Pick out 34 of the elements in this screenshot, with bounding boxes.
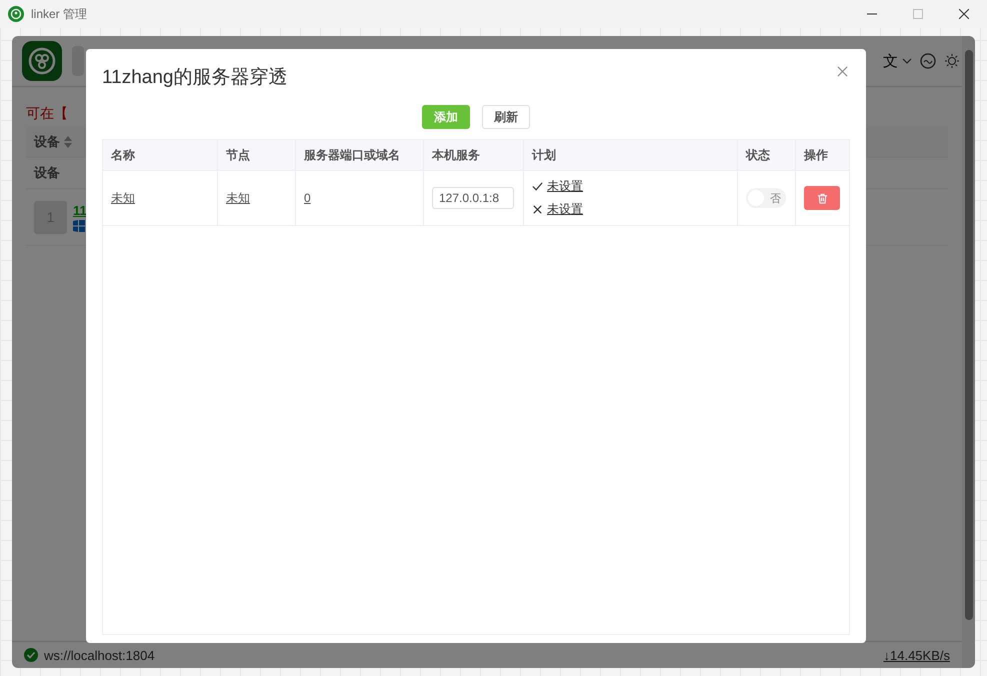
check-icon: [532, 181, 543, 192]
plan-link[interactable]: 未设置: [547, 178, 583, 195]
chevron-down-icon[interactable]: [902, 58, 912, 64]
column-header: 名称: [111, 146, 135, 164]
face-icon[interactable]: [920, 53, 936, 69]
connected-icon: [24, 648, 38, 662]
column-header: 服务器端口或域名: [304, 146, 400, 164]
filter-label: 设备: [34, 164, 60, 182]
close-icon[interactable]: [959, 9, 969, 19]
app-logo-icon: [22, 41, 62, 81]
windows-icon: [73, 220, 85, 232]
column-header: 本机服务: [432, 146, 480, 164]
notice-text: 可在【: [26, 104, 68, 123]
column-header: 节点: [226, 146, 250, 164]
column-header: 计划: [532, 146, 556, 164]
connection-text: ws://localhost:1804: [44, 648, 155, 662]
cross-icon: [532, 204, 543, 215]
name-link[interactable]: 未知: [111, 190, 135, 206]
refresh-button[interactable]: 刷新: [482, 105, 530, 129]
delete-button[interactable]: [804, 186, 840, 210]
download-speed[interactable]: ↓14.45KB/s: [884, 648, 950, 662]
local-service-field[interactable]: 127.0.0.1:8: [432, 187, 514, 209]
column-header: 状态: [746, 146, 770, 164]
dialog-title: 11zhang的服务器穿透: [102, 66, 288, 90]
plan-link[interactable]: 未设置: [547, 201, 583, 218]
port-link[interactable]: 0: [304, 191, 311, 205]
trash-icon: [816, 192, 828, 204]
app-logo-icon: [8, 6, 24, 22]
sort-icon[interactable]: [64, 136, 72, 148]
sun-icon[interactable]: [944, 53, 960, 69]
column-header: 操作: [804, 146, 828, 164]
window-title: linker 管理: [31, 6, 88, 22]
language-menu[interactable]: 文: [883, 52, 912, 70]
node-link[interactable]: 未知: [226, 190, 250, 206]
